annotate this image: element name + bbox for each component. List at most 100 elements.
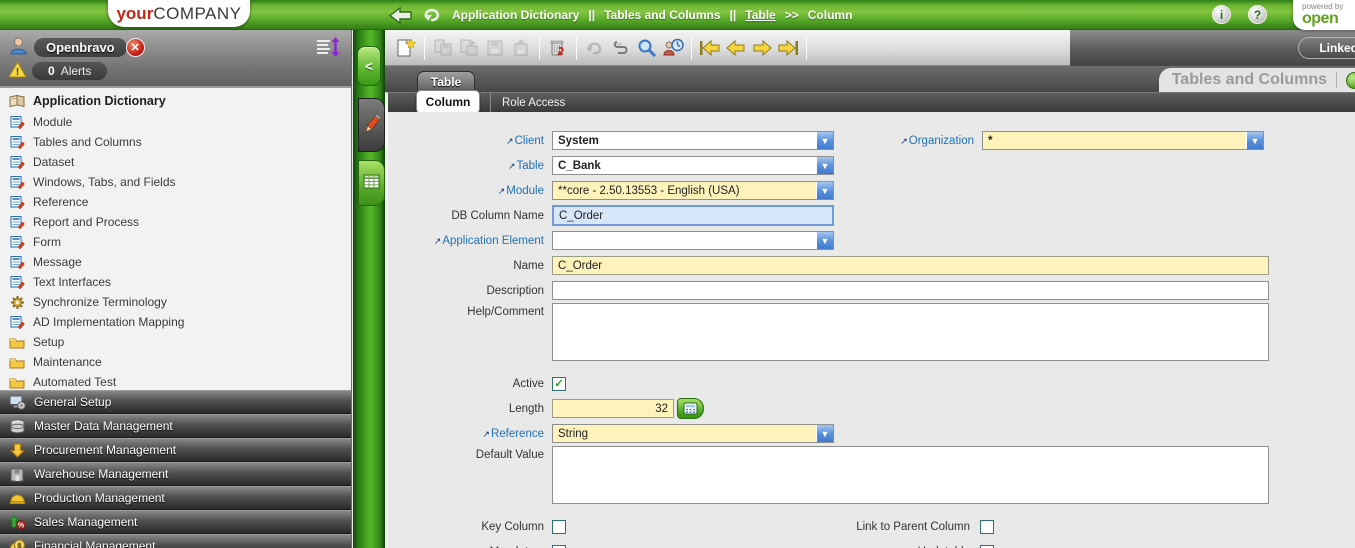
module-select[interactable]: **core - 2.50.13553 - English (USA) ▼ <box>552 181 834 200</box>
tab-column-active[interactable]: Column <box>416 90 480 114</box>
link-marker-icon: ↗ <box>482 428 490 439</box>
edit-view-tab[interactable] <box>358 98 385 152</box>
database-icon <box>8 419 26 434</box>
new-record-button[interactable] <box>393 35 419 61</box>
default-value-textarea[interactable] <box>552 446 1269 504</box>
save-close-button[interactable] <box>508 35 534 61</box>
breadcrumb-table-link[interactable]: Table <box>745 8 775 22</box>
collapse-sidebar-button[interactable]: < <box>357 46 381 86</box>
key-column-checkbox[interactable] <box>552 519 566 534</box>
sidebar-item-report-and-process[interactable]: Report and Process <box>0 212 351 232</box>
organization-select[interactable]: * ▼ <box>982 131 1264 150</box>
name-input[interactable] <box>552 256 1269 275</box>
description-label: Description <box>486 284 544 297</box>
sidebar-item-maintenance[interactable]: Maintenance <box>0 352 351 372</box>
table-select[interactable]: C_Bank ▼ <box>552 156 834 175</box>
updatable-checkbox[interactable] <box>980 544 994 548</box>
sidebar-splitter: < <box>353 30 385 548</box>
sidebar-menu: Application Dictionary Module Tables and… <box>0 88 351 390</box>
form-row-reference: ↗Reference String ▼ <box>388 421 1355 446</box>
sidebar-item-text-interfaces[interactable]: Text Interfaces <box>0 272 351 292</box>
search-button[interactable] <box>634 35 660 61</box>
sidebar-section-production-management[interactable]: Production Management <box>0 486 351 510</box>
sidebar-item-synchronize-terminology[interactable]: Synchronize Terminology <box>0 292 351 312</box>
client-select[interactable]: System ▼ <box>552 131 834 150</box>
table-label: ↗Table <box>507 159 544 172</box>
sidebar-item-reference[interactable]: Reference <box>0 192 351 212</box>
logout-close-icon[interactable]: ✕ <box>125 37 145 57</box>
attachment-button[interactable] <box>608 35 634 61</box>
chevron-down-icon[interactable]: ▼ <box>816 157 833 174</box>
chevron-down-icon[interactable]: ▼ <box>1246 132 1263 149</box>
key-column-label: Key Column <box>481 520 544 533</box>
nav-last-button[interactable] <box>775 35 801 61</box>
window-edit-icon <box>9 155 25 170</box>
back-icon[interactable] <box>388 6 413 25</box>
application-element-select[interactable]: ▼ <box>552 231 834 250</box>
window-edit-icon <box>9 115 25 130</box>
save-button[interactable] <box>482 35 508 61</box>
nav-next-button[interactable] <box>749 35 775 61</box>
description-input[interactable] <box>552 281 1269 300</box>
link-marker-icon: ↗ <box>506 135 514 146</box>
sidebar-item-setup[interactable]: Setup <box>0 332 351 352</box>
folder-icon <box>9 336 25 349</box>
grid-view-tab[interactable] <box>358 160 385 206</box>
db-column-name-input[interactable] <box>552 205 834 226</box>
link-to-parent-checkbox[interactable] <box>980 519 994 534</box>
nav-previous-button[interactable] <box>723 35 749 61</box>
client-value: System <box>558 134 599 147</box>
openbravo-orb-icon[interactable] <box>1346 71 1355 89</box>
help-comment-textarea[interactable] <box>552 303 1269 361</box>
sidebar-item-form[interactable]: Form <box>0 232 351 252</box>
undo-button[interactable] <box>582 35 608 61</box>
sidebar-section-general-setup[interactable]: General Setup <box>0 390 351 414</box>
form-row-db-column-name: DB Column Name <box>388 203 1355 228</box>
save-next-button[interactable] <box>456 35 482 61</box>
alerts-badge[interactable]: 0 Alerts <box>32 62 108 80</box>
sidebar-item-dataset[interactable]: Dataset <box>0 152 351 172</box>
tab-role-access[interactable]: Role Access <box>490 93 565 113</box>
active-checkbox[interactable] <box>552 376 566 391</box>
sidebar-item-application-dictionary[interactable]: Application Dictionary <box>0 90 351 112</box>
breadcrumb-separator: || <box>729 8 737 22</box>
refresh-icon[interactable] <box>422 6 443 25</box>
sidebar-item-label: Module <box>33 115 73 129</box>
window-edit-icon <box>9 315 25 330</box>
sidebar-section-warehouse-management[interactable]: Warehouse Management <box>0 462 351 486</box>
save-new-button[interactable] <box>430 35 456 61</box>
nav-first-button[interactable] <box>697 35 723 61</box>
chevron-down-icon[interactable]: ▼ <box>816 182 833 199</box>
sidebar: Openbravo ✕ ! 0 Alerts Application Dictio… <box>0 30 352 548</box>
chevron-down-icon[interactable]: ▼ <box>816 132 833 149</box>
sidebar-item-module[interactable]: Module <box>0 112 351 132</box>
chevron-down-icon[interactable]: ▼ <box>816 425 833 442</box>
table-value: C_Bank <box>558 159 601 172</box>
tab-table[interactable]: Table <box>417 71 475 92</box>
calculator-button[interactable] <box>677 398 704 419</box>
sidebar-item-ad-implementation-mapping[interactable]: AD Implementation Mapping <box>0 312 351 332</box>
sidebar-section-master-data-management[interactable]: Master Data Management <box>0 414 351 438</box>
audit-button[interactable] <box>660 35 686 61</box>
info-icon[interactable]: i <box>1212 5 1231 24</box>
window-edit-icon <box>9 275 25 290</box>
help-icon[interactable]: ? <box>1248 5 1267 24</box>
sidebar-section-financial-management[interactable]: $ Financial Management <box>0 534 351 548</box>
sidebar-item-windows-tabs-fields[interactable]: Windows, Tabs, and Fields <box>0 172 351 192</box>
sidebar-item-automated-test[interactable]: Automated Test <box>0 372 351 390</box>
section-label: Master Data Management <box>34 419 173 433</box>
length-input[interactable] <box>552 399 674 418</box>
menu-expand-icon[interactable] <box>315 36 341 61</box>
sidebar-section-sales-management[interactable]: % Sales Management <box>0 510 351 534</box>
sidebar-section-procurement-management[interactable]: Procurement Management <box>0 438 351 462</box>
reference-select[interactable]: String ▼ <box>552 424 834 443</box>
delete-button[interactable] <box>545 35 571 61</box>
username-pill[interactable]: Openbravo <box>34 37 127 57</box>
mandatory-checkbox[interactable] <box>552 544 566 548</box>
sidebar-item-message[interactable]: Message <box>0 252 351 272</box>
breadcrumb-section: Application Dictionary <box>452 8 580 22</box>
organization-value: * <box>988 134 993 147</box>
linked-items-button[interactable]: Linked <box>1298 37 1355 59</box>
sidebar-item-tables-and-columns[interactable]: Tables and Columns <box>0 132 351 152</box>
chevron-down-icon[interactable]: ▼ <box>816 232 833 249</box>
